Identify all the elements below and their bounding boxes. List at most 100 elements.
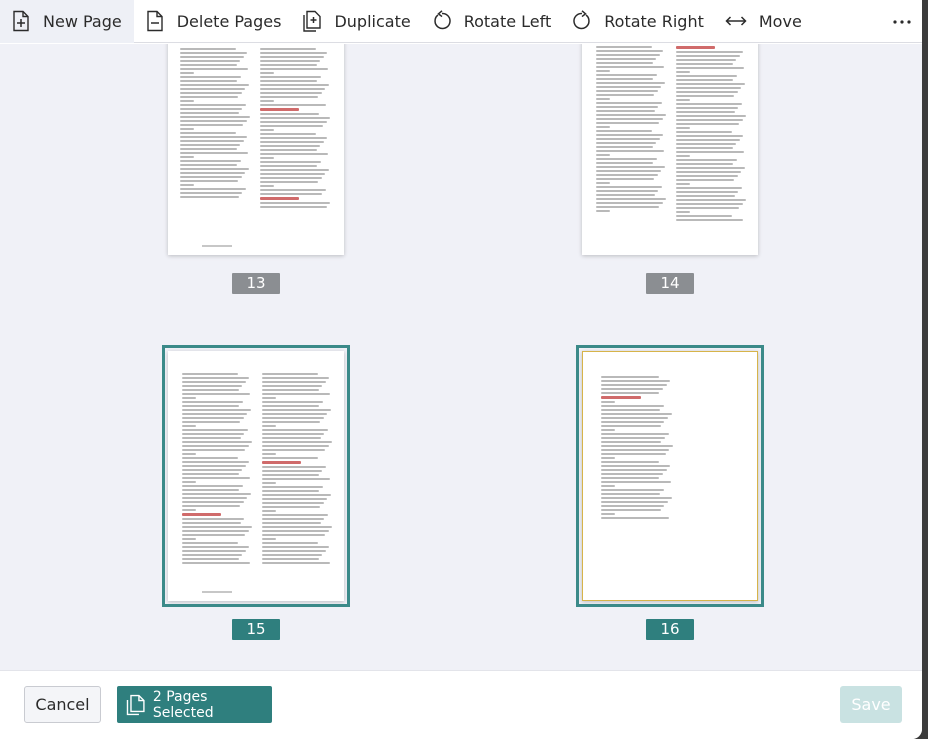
text-line xyxy=(676,191,739,193)
text-line xyxy=(601,384,667,386)
text-line xyxy=(262,518,325,520)
text-line xyxy=(601,417,668,419)
text-line xyxy=(182,453,196,455)
text-line xyxy=(182,389,239,391)
text-line xyxy=(676,171,742,173)
text-line xyxy=(596,178,655,180)
rotate-right-button[interactable]: Rotate Right xyxy=(561,0,714,43)
text-line xyxy=(180,168,249,170)
text-line xyxy=(601,445,673,447)
text-line xyxy=(596,98,610,100)
text-line xyxy=(182,437,241,439)
text-line xyxy=(260,129,274,131)
text-line xyxy=(180,48,236,50)
text-column-right xyxy=(676,46,746,223)
page-thumbnail-14[interactable] xyxy=(582,44,758,255)
page-content xyxy=(168,351,344,601)
text-line xyxy=(182,493,251,495)
text-line xyxy=(260,96,319,98)
text-line xyxy=(182,477,250,479)
text-line xyxy=(182,550,246,552)
text-line xyxy=(676,79,734,81)
text-line xyxy=(596,154,610,156)
rotate-left-button[interactable]: Rotate Left xyxy=(421,0,562,43)
duplicate-button[interactable]: Duplicate xyxy=(291,0,420,43)
pages-selected-button[interactable]: 2 Pages Selected xyxy=(117,686,272,723)
rotate-right-label: Rotate Right xyxy=(604,11,704,31)
text-line xyxy=(596,126,610,128)
text-line xyxy=(182,449,245,451)
text-line xyxy=(262,461,301,464)
text-line xyxy=(260,161,321,163)
page-thumbnail-grid: 13 14 15 16 xyxy=(0,44,922,670)
text-line xyxy=(180,92,242,94)
page-content xyxy=(582,351,758,601)
text-line xyxy=(601,429,616,431)
text-line xyxy=(262,494,331,496)
text-line xyxy=(182,538,196,540)
text-line xyxy=(180,188,246,190)
text-line xyxy=(596,86,662,88)
text-line xyxy=(601,485,616,487)
text-line xyxy=(601,473,663,475)
move-button[interactable]: Move xyxy=(714,0,812,43)
text-line xyxy=(262,441,332,443)
page-thumbnail-13[interactable] xyxy=(168,44,344,255)
text-line xyxy=(182,522,241,524)
text-line xyxy=(182,542,238,544)
text-line xyxy=(262,502,324,504)
text-line xyxy=(182,469,243,471)
text-line xyxy=(596,210,610,212)
text-line xyxy=(180,72,194,74)
text-line xyxy=(601,396,641,399)
delete-pages-button[interactable]: Delete Pages xyxy=(134,0,292,43)
text-line xyxy=(596,142,657,144)
text-column-right xyxy=(262,373,332,566)
text-line xyxy=(676,87,742,89)
save-label: Save xyxy=(851,695,891,714)
text-line xyxy=(182,513,221,516)
text-line xyxy=(260,92,322,94)
text-line xyxy=(182,393,250,395)
text-line xyxy=(180,52,248,54)
cancel-button[interactable]: Cancel xyxy=(24,686,101,723)
text-line xyxy=(260,185,274,187)
text-line xyxy=(182,562,250,564)
text-line xyxy=(676,119,743,121)
text-line xyxy=(262,453,276,455)
dialog-footer: Cancel 2 Pages Selected Save xyxy=(0,670,922,739)
more-options-button[interactable] xyxy=(888,0,916,43)
text-line xyxy=(601,441,662,443)
text-line xyxy=(262,526,332,528)
text-line xyxy=(596,206,659,208)
page-thumbnail-15[interactable] xyxy=(162,345,350,607)
text-line xyxy=(180,160,241,162)
save-button[interactable]: Save xyxy=(840,686,902,723)
text-line xyxy=(182,534,245,536)
text-line xyxy=(182,465,246,467)
text-line xyxy=(260,100,274,102)
text-line xyxy=(601,437,666,439)
rotate-left-icon xyxy=(433,10,451,30)
text-line xyxy=(182,501,244,503)
text-line xyxy=(601,392,660,394)
text-line xyxy=(676,59,737,61)
text-line xyxy=(262,490,320,492)
text-line xyxy=(260,193,323,195)
text-line xyxy=(262,445,329,447)
text-line xyxy=(262,413,328,415)
text-line xyxy=(601,477,660,479)
text-line xyxy=(180,132,236,134)
text-line xyxy=(601,481,671,483)
new-page-button[interactable]: New Page xyxy=(0,0,134,43)
text-line xyxy=(262,510,276,512)
text-line xyxy=(182,405,240,407)
text-line xyxy=(676,91,738,93)
cancel-label: Cancel xyxy=(35,695,90,714)
text-line xyxy=(180,176,242,178)
text-line xyxy=(262,381,326,383)
text-line xyxy=(260,88,326,90)
page-thumbnail-16[interactable] xyxy=(576,345,764,607)
text-line xyxy=(180,112,239,114)
text-line xyxy=(262,498,328,500)
